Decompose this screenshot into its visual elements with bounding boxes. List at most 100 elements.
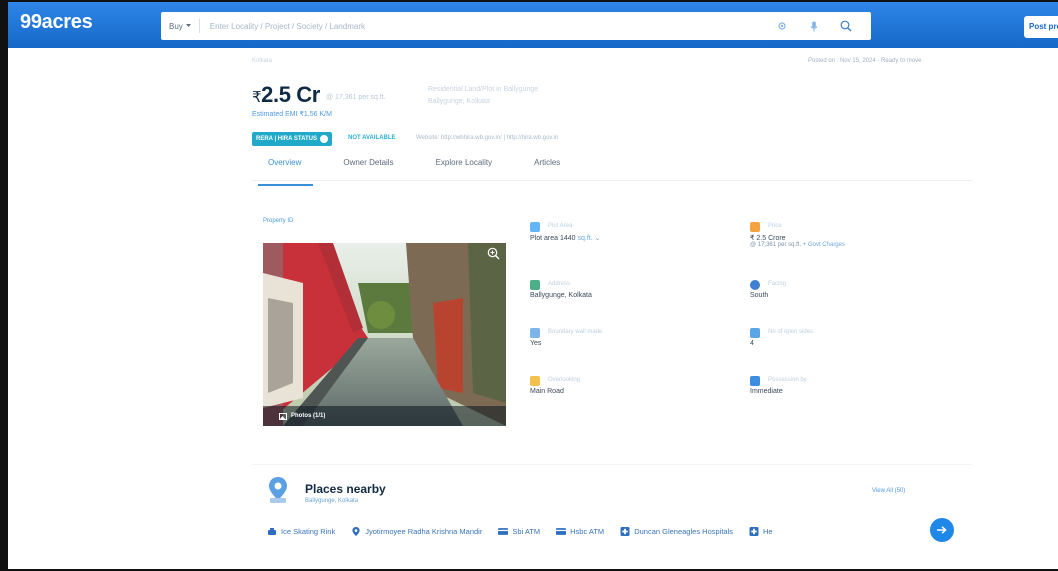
search-input[interactable]: Enter Locality / Project / Society / Lan…: [200, 22, 775, 31]
hospital-icon: [749, 526, 759, 536]
spec-value: Ballygunge, Kolkata: [530, 292, 592, 299]
post-property-button[interactable]: Post pro: [1024, 16, 1058, 38]
spec-label: Overlooking: [548, 377, 581, 383]
spec-possession: Possession by Immediate: [750, 376, 950, 395]
tabs-divider: [252, 180, 972, 181]
places-nearby-title: Places nearby: [305, 482, 386, 496]
site-logo[interactable]: 99acres: [20, 11, 93, 34]
search-bar[interactable]: Buy Enter Locality / Project / Society /…: [161, 12, 871, 40]
govt-charges-link[interactable]: + Govt Charges: [803, 242, 845, 248]
spec-boundary-wall: Boundary wall made Yes: [530, 328, 730, 347]
spec-label: Facing: [768, 281, 787, 287]
place-chip[interactable]: Jyotirmoyee Radha Krishna Mandir: [351, 526, 483, 536]
photo-caption[interactable]: Photos (1/1): [263, 406, 506, 426]
spec-overlooking: Overlooking Main Road: [530, 376, 730, 395]
listing-summary: Residential Land/Plot in Ballygunge Ball…: [428, 84, 628, 108]
breadcrumb[interactable]: Kolkata: [252, 58, 272, 64]
atm-icon: [556, 527, 567, 535]
top-navbar: 99acres Buy Enter Locality / Project / S…: [8, 2, 1058, 48]
plot-area-value: Plot area 1440: [530, 235, 576, 242]
spec-value: Immediate: [750, 388, 783, 395]
spec-label: No of open sides: [768, 329, 814, 335]
chevron-down-icon: [185, 24, 191, 27]
spec-open-sides: No of open sides 4: [750, 328, 950, 347]
places-nearby-subtitle: Ballygunge, Kolkata: [305, 498, 359, 504]
price-per-sqft-detail: @ 17,361 per sq.ft.: [750, 242, 802, 248]
sides-icon: [750, 328, 760, 338]
rera-website[interactable]: Website: http://wbhira.wb.gov.in/ | http…: [416, 135, 558, 141]
currency-symbol: ₹: [252, 89, 262, 106]
place-chip[interactable]: Hsbc ATM: [556, 527, 604, 536]
places-chip-list: Ice Skating Rink Jyotirmoyee Radha Krish…: [267, 522, 937, 540]
tab-explore-locality[interactable]: Explore Locality: [436, 154, 492, 180]
location-pin-icon: [352, 526, 360, 536]
calendar-icon: [750, 376, 760, 386]
atm-icon: [498, 527, 509, 535]
spec-value: South: [750, 292, 769, 299]
spec-value: Yes: [530, 340, 542, 347]
wall-icon: [530, 328, 540, 338]
place-label: Hsbc ATM: [570, 526, 605, 536]
summary-title: Residential Land/Plot in Ballygunge: [428, 86, 539, 93]
search-category-dropdown[interactable]: Buy: [161, 22, 199, 31]
place-label: Jyotirmoyee Radha Krishna Mandir: [365, 526, 483, 536]
property-id-label: Property ID: [263, 218, 294, 224]
view-all-link[interactable]: View All (50): [872, 488, 905, 494]
tab-articles[interactable]: Articles: [534, 154, 560, 180]
place-label: Sbi ATM: [512, 526, 541, 536]
detail-tabs: Overview Owner Details Explore Locality …: [252, 154, 672, 186]
place-chip[interactable]: Sbi ATM: [498, 527, 540, 536]
search-category-label: Buy: [169, 21, 183, 31]
gallery-icon: [279, 412, 287, 420]
tab-owner-details[interactable]: Owner Details: [343, 154, 393, 180]
rera-status-value: NOT AVAILABLE: [348, 135, 396, 141]
arrow-right-icon: [937, 526, 947, 534]
place-label: Duncan Gleneagles Hospitals: [634, 526, 733, 536]
page-frame: 99acres Buy Enter Locality / Project / S…: [0, 0, 1058, 571]
rera-badge-label: RERA | HIRA STATUS: [256, 136, 318, 142]
photo-count: Photos (1/1): [291, 413, 326, 419]
spec-value: Main Road: [530, 388, 564, 395]
spec-facing: Facing South: [750, 280, 950, 299]
microphone-icon[interactable]: [807, 19, 821, 33]
spec-value: Plot area 1440 sq.ft. ⌄: [530, 234, 730, 242]
area-icon: [530, 222, 540, 232]
rera-status-badge[interactable]: RERA | HIRA STATUS: [252, 132, 333, 146]
property-photo[interactable]: Photos (1/1): [263, 243, 506, 426]
spec-label: Address: [548, 281, 571, 287]
place-label: He: [763, 526, 773, 536]
section-divider: [252, 464, 972, 465]
price-value: 2.5 Cr: [261, 82, 320, 107]
unit-dropdown[interactable]: sq.ft.: [578, 235, 593, 242]
posted-date: Posted on : Nov 15, 2024 · Ready to move: [808, 58, 922, 64]
spec-price: Price ₹ 2.5 Crore @ 17,361 per sq.ft. + …: [750, 222, 950, 248]
place-label: Ice Skating Rink: [281, 526, 336, 536]
location-target-icon[interactable]: [775, 19, 789, 33]
rink-icon: [268, 527, 276, 535]
spec-extra: @ 17,361 per sq.ft. + Govt Charges: [750, 242, 950, 248]
compass-icon: [750, 280, 760, 290]
road-icon: [530, 376, 540, 386]
emi-link[interactable]: Estimated EMI ₹1.56 K/M: [252, 110, 332, 118]
spec-plot-area: Plot Area Plot area 1440 sq.ft. ⌄: [530, 222, 730, 242]
place-chip[interactable]: Duncan Gleneagles Hospitals: [620, 526, 733, 536]
spec-label: Possession by: [768, 377, 807, 383]
place-chip[interactable]: He: [749, 526, 773, 536]
next-arrow-button[interactable]: [930, 518, 954, 542]
street-photo-image: [263, 243, 506, 426]
zoom-icon[interactable]: [487, 247, 500, 260]
summary-location: Ballygunge, Kolkata: [428, 98, 490, 105]
spec-label: Price: [768, 223, 782, 229]
search-icon[interactable]: [839, 19, 853, 33]
place-chip[interactable]: Ice Skating Rink: [267, 527, 335, 536]
spec-address: Address Ballygunge, Kolkata: [530, 280, 730, 299]
hospital-icon: [620, 526, 630, 536]
address-icon: [530, 280, 540, 290]
spec-label: Boundary wall made: [548, 329, 603, 335]
tab-overview[interactable]: Overview: [257, 154, 314, 186]
chevron-down-icon[interactable]: ⌄: [595, 235, 601, 242]
info-icon: [320, 135, 329, 143]
listing-price: ₹2.5 Cr: [252, 82, 320, 108]
spec-label: Plot Area: [548, 223, 573, 229]
spec-value: ₹ 2.5 Crore: [750, 235, 786, 242]
